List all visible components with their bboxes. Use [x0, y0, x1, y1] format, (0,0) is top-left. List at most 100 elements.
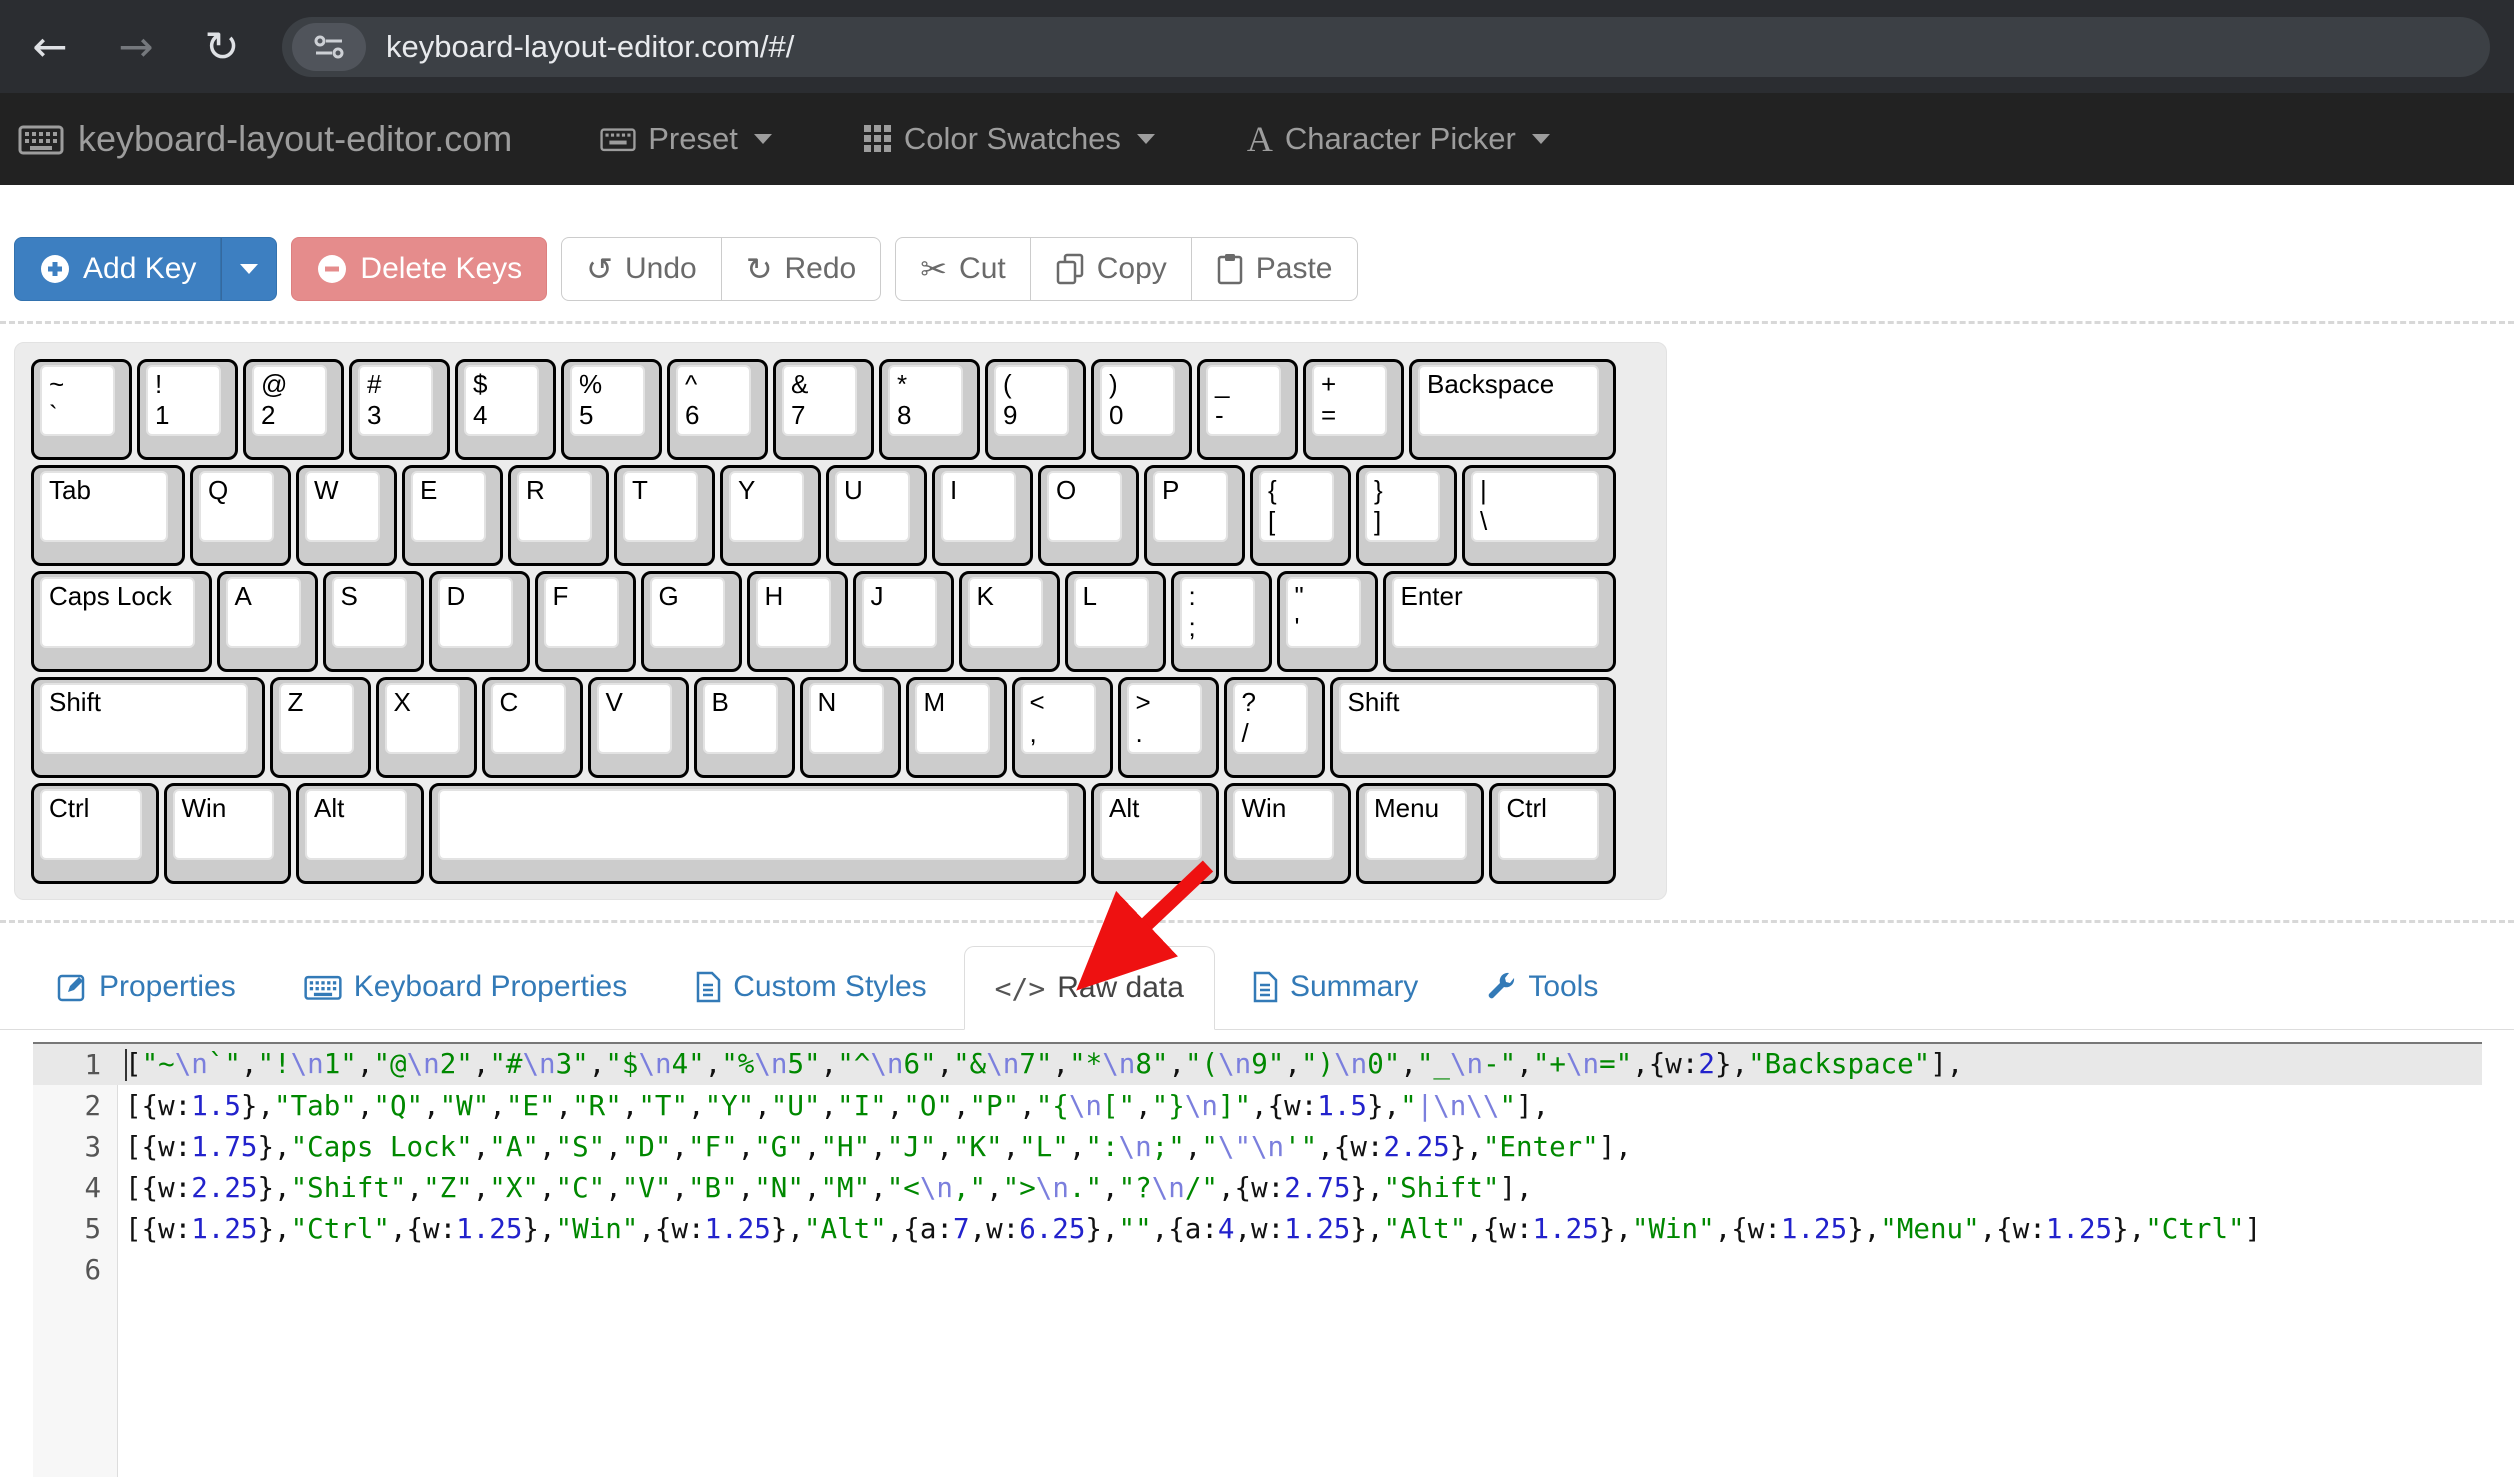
keyboard-key[interactable]: J	[853, 571, 954, 672]
add-key-button[interactable]: Add Key	[14, 237, 221, 301]
keyboard-key[interactable]: _-	[1197, 359, 1298, 460]
key-label-top: }	[1374, 476, 1431, 506]
keyboard-key[interactable]: >.	[1118, 677, 1219, 778]
keyboard-key[interactable]: Y	[720, 465, 821, 566]
keyboard-key[interactable]: &7	[773, 359, 874, 460]
keyboard-key[interactable]: +=	[1303, 359, 1404, 460]
keyboard-key[interactable]: N	[800, 677, 901, 778]
nav-item-color-swatches[interactable]: Color Swatches	[864, 121, 1155, 157]
keyboard-key[interactable]: %5	[561, 359, 662, 460]
keycap-top: W	[305, 471, 380, 542]
keyboard-key[interactable]: F	[535, 571, 636, 672]
keyboard-key[interactable]: Shift	[31, 677, 265, 778]
keyboard-key[interactable]: (9	[985, 359, 1086, 460]
code-line[interactable]: 6	[33, 1249, 2482, 1290]
tab-keyboard-properties[interactable]: Keyboard Properties	[273, 945, 659, 1029]
keyboard-key[interactable]: !1	[137, 359, 238, 460]
code-line[interactable]: 3[{w:1.75},"Caps Lock","A","S","D","F","…	[33, 1126, 2482, 1167]
keyboard-key[interactable]: "'	[1277, 571, 1378, 672]
code-line[interactable]: 5[{w:1.25},"Ctrl",{w:1.25},"Win",{w:1.25…	[33, 1208, 2482, 1249]
keyboard-key[interactable]: V	[588, 677, 689, 778]
cut-button[interactable]: ✂ Cut	[895, 237, 1031, 301]
keyboard-key[interactable]: {[	[1250, 465, 1351, 566]
keyboard-key[interactable]: ^6	[667, 359, 768, 460]
browser-reload-icon[interactable]: ↻	[196, 22, 248, 71]
keyboard-key[interactable]: E	[402, 465, 503, 566]
keyboard-key[interactable]: Menu	[1356, 783, 1484, 884]
tab-summary[interactable]: Summary	[1221, 945, 1449, 1029]
keyboard-key[interactable]: U	[826, 465, 927, 566]
code-line[interactable]: 1["~\n`","!\n1","@\n2","#\n3","$\n4","%\…	[33, 1044, 2482, 1085]
keyboard-key[interactable]: ?/	[1224, 677, 1325, 778]
keyboard-key[interactable]: S	[323, 571, 424, 672]
tab-properties[interactable]: Properties	[26, 945, 267, 1029]
keyboard-key[interactable]: D	[429, 571, 530, 672]
keyboard-key[interactable]: X	[376, 677, 477, 778]
key-label-bottom: /	[1242, 719, 1299, 749]
add-key-dropdown-button[interactable]	[221, 237, 277, 301]
keyboard-key[interactable]: P	[1144, 465, 1245, 566]
keyboard-key[interactable]: G	[641, 571, 742, 672]
browser-back-icon[interactable]: ←	[24, 22, 76, 71]
keyboard-key[interactable]: )0	[1091, 359, 1192, 460]
letter-a-icon: A	[1247, 118, 1273, 160]
keyboard-key[interactable]: C	[482, 677, 583, 778]
keyboard-key[interactable]: Alt	[1091, 783, 1219, 884]
keyboard-key[interactable]: A	[217, 571, 318, 672]
nav-item-character-picker[interactable]: A Character Picker	[1247, 118, 1550, 160]
keyboard-key[interactable]: O	[1038, 465, 1139, 566]
keyboard-key[interactable]: ~`	[31, 359, 132, 460]
keycap-top: ~`	[40, 365, 115, 436]
keyboard-key[interactable]: K	[959, 571, 1060, 672]
paste-button[interactable]: Paste	[1191, 237, 1358, 301]
keyboard-key[interactable]: }]	[1356, 465, 1457, 566]
keyboard-key[interactable]: Win	[164, 783, 292, 884]
keyboard-key[interactable]: W	[296, 465, 397, 566]
keyboard-key[interactable]: R	[508, 465, 609, 566]
keyboard-key[interactable]: @2	[243, 359, 344, 460]
address-bar[interactable]: keyboard-layout-editor.com/#/	[282, 17, 2490, 77]
nav-item-preset[interactable]: Preset	[600, 121, 772, 157]
keyboard-key[interactable]: #3	[349, 359, 450, 460]
keyboard-key[interactable]: :;	[1171, 571, 1272, 672]
keyboard-key[interactable]: T	[614, 465, 715, 566]
tab-raw-data[interactable]: </> Raw data	[964, 946, 1215, 1030]
keyboard-key[interactable]: Shift	[1330, 677, 1617, 778]
keyboard-key[interactable]: Backspace	[1409, 359, 1616, 460]
key-label-top: Alt	[1109, 794, 1193, 824]
keyboard-key[interactable]: <,	[1012, 677, 1113, 778]
undo-button[interactable]: ↺ Undo	[561, 237, 722, 301]
tab-tools[interactable]: Tools	[1455, 945, 1629, 1029]
keyboard-key[interactable]: Alt	[296, 783, 424, 884]
keyboard-key[interactable]: *8	[879, 359, 980, 460]
keyboard-key[interactable]: M	[906, 677, 1007, 778]
site-settings-icon[interactable]	[292, 23, 366, 71]
keycap-top: T	[623, 471, 698, 542]
keyboard-key[interactable]: B	[694, 677, 795, 778]
keyboard-key[interactable]: Enter	[1383, 571, 1617, 672]
redo-button[interactable]: ↻ Redo	[721, 237, 882, 301]
keyboard-key[interactable]: |\	[1462, 465, 1616, 566]
keyboard-canvas[interactable]: ~`!1@2#3$4%5^6&7*8(9)0_-+=BackspaceTabQW…	[14, 342, 1667, 900]
key-label-top: X	[394, 688, 451, 718]
keyboard-key[interactable]: I	[932, 465, 1033, 566]
keyboard-key[interactable]: Q	[190, 465, 291, 566]
keyboard-key[interactable]: Ctrl	[31, 783, 159, 884]
tab-custom-styles[interactable]: Custom Styles	[664, 945, 957, 1029]
keyboard-key[interactable]	[429, 783, 1087, 884]
keyboard-key[interactable]: L	[1065, 571, 1166, 672]
raw-data-editor[interactable]: 1["~\n`","!\n1","@\n2","#\n3","$\n4","%\…	[33, 1042, 2482, 1477]
browser-forward-icon[interactable]: →	[110, 22, 162, 71]
keyboard-key[interactable]: Z	[270, 677, 371, 778]
copy-button[interactable]: Copy	[1030, 237, 1192, 301]
keyboard-key[interactable]: Ctrl	[1489, 783, 1617, 884]
keyboard-key[interactable]: Caps Lock	[31, 571, 212, 672]
keyboard-key[interactable]: $4	[455, 359, 556, 460]
keyboard-key[interactable]: H	[747, 571, 848, 672]
keyboard-key[interactable]: Win	[1224, 783, 1352, 884]
delete-keys-button[interactable]: Delete Keys	[291, 237, 547, 301]
brand[interactable]: keyboard-layout-editor.com	[18, 118, 512, 160]
keyboard-key[interactable]: Tab	[31, 465, 185, 566]
code-line[interactable]: 2[{w:1.5},"Tab","Q","W","E","R","T","Y",…	[33, 1085, 2482, 1126]
code-line[interactable]: 4[{w:2.25},"Shift","Z","X","C","V","B","…	[33, 1167, 2482, 1208]
